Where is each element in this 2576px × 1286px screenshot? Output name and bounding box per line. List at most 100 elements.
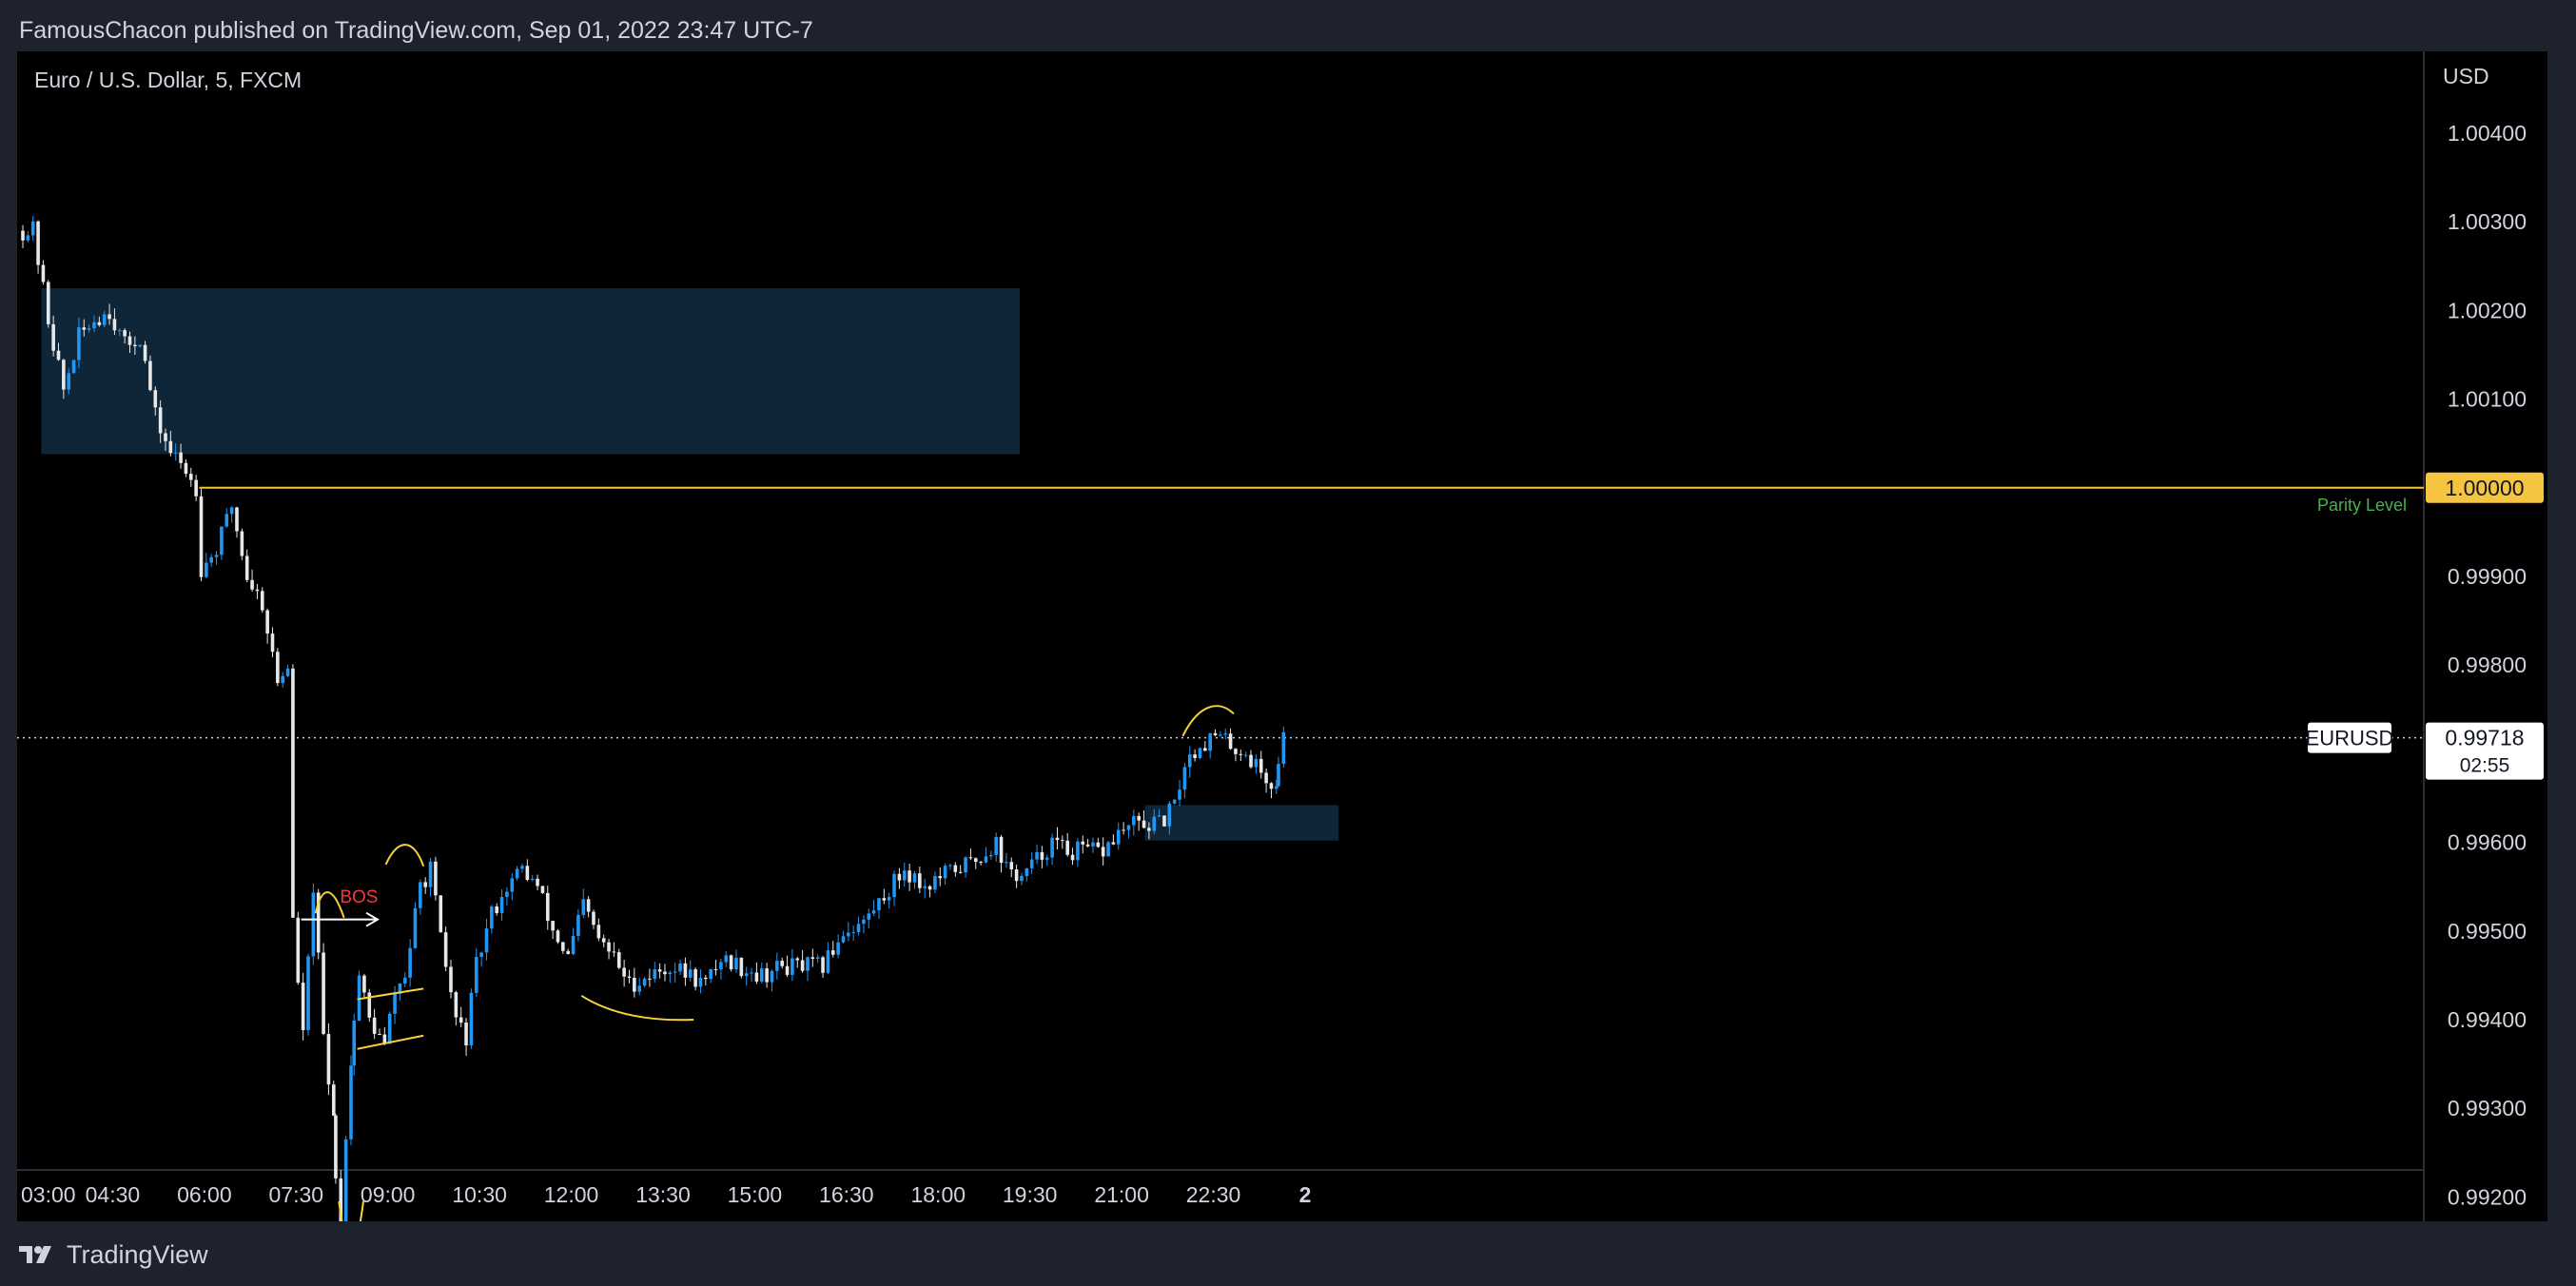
candle-body — [958, 871, 963, 873]
candle-body — [1106, 842, 1110, 857]
candle-body — [734, 957, 738, 970]
candle-body — [1085, 844, 1090, 847]
candle-body — [663, 971, 667, 975]
candle-body — [795, 958, 800, 961]
candle-body — [785, 965, 790, 975]
candle-body — [408, 947, 412, 978]
candle-body — [179, 452, 183, 463]
candle-body — [847, 932, 850, 937]
candle-body — [596, 925, 601, 939]
candle-78 — [413, 902, 418, 949]
candle-body — [739, 957, 744, 977]
candle-140 — [729, 954, 733, 972]
candle-body — [1157, 815, 1161, 817]
candle-body — [454, 992, 459, 1018]
candle-body — [566, 950, 570, 954]
candle-body — [331, 1084, 336, 1116]
candle-body — [1025, 867, 1029, 876]
candle-69 — [367, 988, 372, 1023]
candle-body — [495, 906, 499, 913]
candle-body — [484, 928, 489, 953]
candle-body — [194, 479, 198, 497]
candle-body — [372, 1017, 377, 1035]
candle-body — [633, 977, 636, 992]
candle-body — [1187, 754, 1192, 768]
candle-body — [713, 968, 718, 970]
candle-body — [107, 314, 111, 320]
candle-body — [21, 230, 25, 241]
candle-body — [719, 962, 723, 969]
candle-5 — [46, 280, 50, 328]
y-tick-label: 0.99300 — [2448, 1096, 2527, 1120]
candle-body — [994, 836, 998, 855]
x-tick-label: 13:30 — [635, 1182, 691, 1207]
x-tick-label: 06:00 — [177, 1182, 232, 1207]
candle-body — [1254, 758, 1259, 768]
candle-body — [1269, 783, 1274, 789]
candle-body — [592, 911, 595, 926]
candle-body — [1193, 754, 1197, 759]
candle-body — [244, 555, 249, 580]
x-tick-label: 12:00 — [544, 1182, 599, 1207]
x-tick-label: 21:00 — [1094, 1182, 1149, 1207]
candle-body — [41, 264, 46, 283]
candle-body — [1178, 789, 1181, 800]
candle-64 — [343, 1136, 348, 1221]
candle-142 — [739, 957, 744, 979]
candle-body — [750, 972, 753, 974]
eurusd-candlestick-chart[interactable]: Parity Level EURUSD BOS 1.004001.003001.… — [17, 51, 2547, 1221]
candle-body — [1147, 828, 1151, 831]
candle-body — [576, 914, 580, 936]
candle-body — [882, 898, 887, 901]
parity-level-label: Parity Level — [2317, 496, 2407, 515]
footer-brand[interactable]: TradingView — [19, 1233, 208, 1276]
plot-background — [17, 51, 2424, 1221]
candle-body — [627, 976, 632, 978]
candle-body — [362, 975, 366, 993]
candle-body — [1081, 841, 1085, 845]
candle-body — [943, 866, 947, 879]
candle-body — [1137, 815, 1141, 821]
candle-body — [285, 668, 290, 676]
candle-65 — [349, 1055, 353, 1146]
symbol-title: Euro / U.S. Dollar, 5, FXCM — [34, 68, 302, 92]
symbol-tag-text: EURUSD — [2306, 727, 2394, 750]
candle-body — [1228, 733, 1233, 750]
candle-body — [260, 591, 264, 611]
candle-body — [1065, 840, 1069, 855]
candle-body — [571, 935, 576, 954]
candle-body — [449, 966, 453, 993]
candle-body — [938, 875, 943, 879]
candle-body — [1239, 753, 1243, 755]
candle-body — [220, 526, 224, 555]
candle-body — [637, 985, 641, 992]
candle-body — [979, 862, 983, 864]
candle-body — [378, 1034, 381, 1036]
candle-body — [744, 973, 749, 977]
candle-body — [948, 865, 952, 867]
candle-body — [1264, 772, 1268, 784]
candle-body — [205, 562, 208, 577]
candle-60 — [326, 1023, 331, 1096]
candle-106 — [556, 928, 560, 945]
y-tick-label: 1.00200 — [2448, 298, 2527, 322]
time-axis[interactable]: 03:00 04:30 06:00 07:30 09:00 10:30 12:00 13:30… — [21, 1182, 1311, 1207]
candle-body — [698, 977, 703, 987]
candle-body — [1096, 842, 1101, 848]
bos-label: BOS — [340, 887, 378, 907]
candle-43 — [240, 528, 244, 560]
candle-body — [729, 955, 733, 970]
candle-body — [693, 969, 697, 987]
candle-body — [281, 675, 285, 684]
candle-body — [1208, 732, 1212, 751]
candle-body — [1020, 875, 1024, 882]
candle-57 — [311, 883, 316, 965]
candle-body — [443, 932, 448, 967]
candle-body — [775, 961, 779, 971]
parity-price-text: 1.00000 — [2445, 476, 2524, 500]
candle-50 — [276, 648, 280, 687]
price-axis[interactable]: 1.00400 1.00300 1.00200 1.00100 0.99900 0.998… — [2426, 121, 2544, 1221]
candle-body — [469, 992, 474, 1046]
candle-body — [419, 882, 422, 908]
candle-body — [343, 1139, 348, 1221]
